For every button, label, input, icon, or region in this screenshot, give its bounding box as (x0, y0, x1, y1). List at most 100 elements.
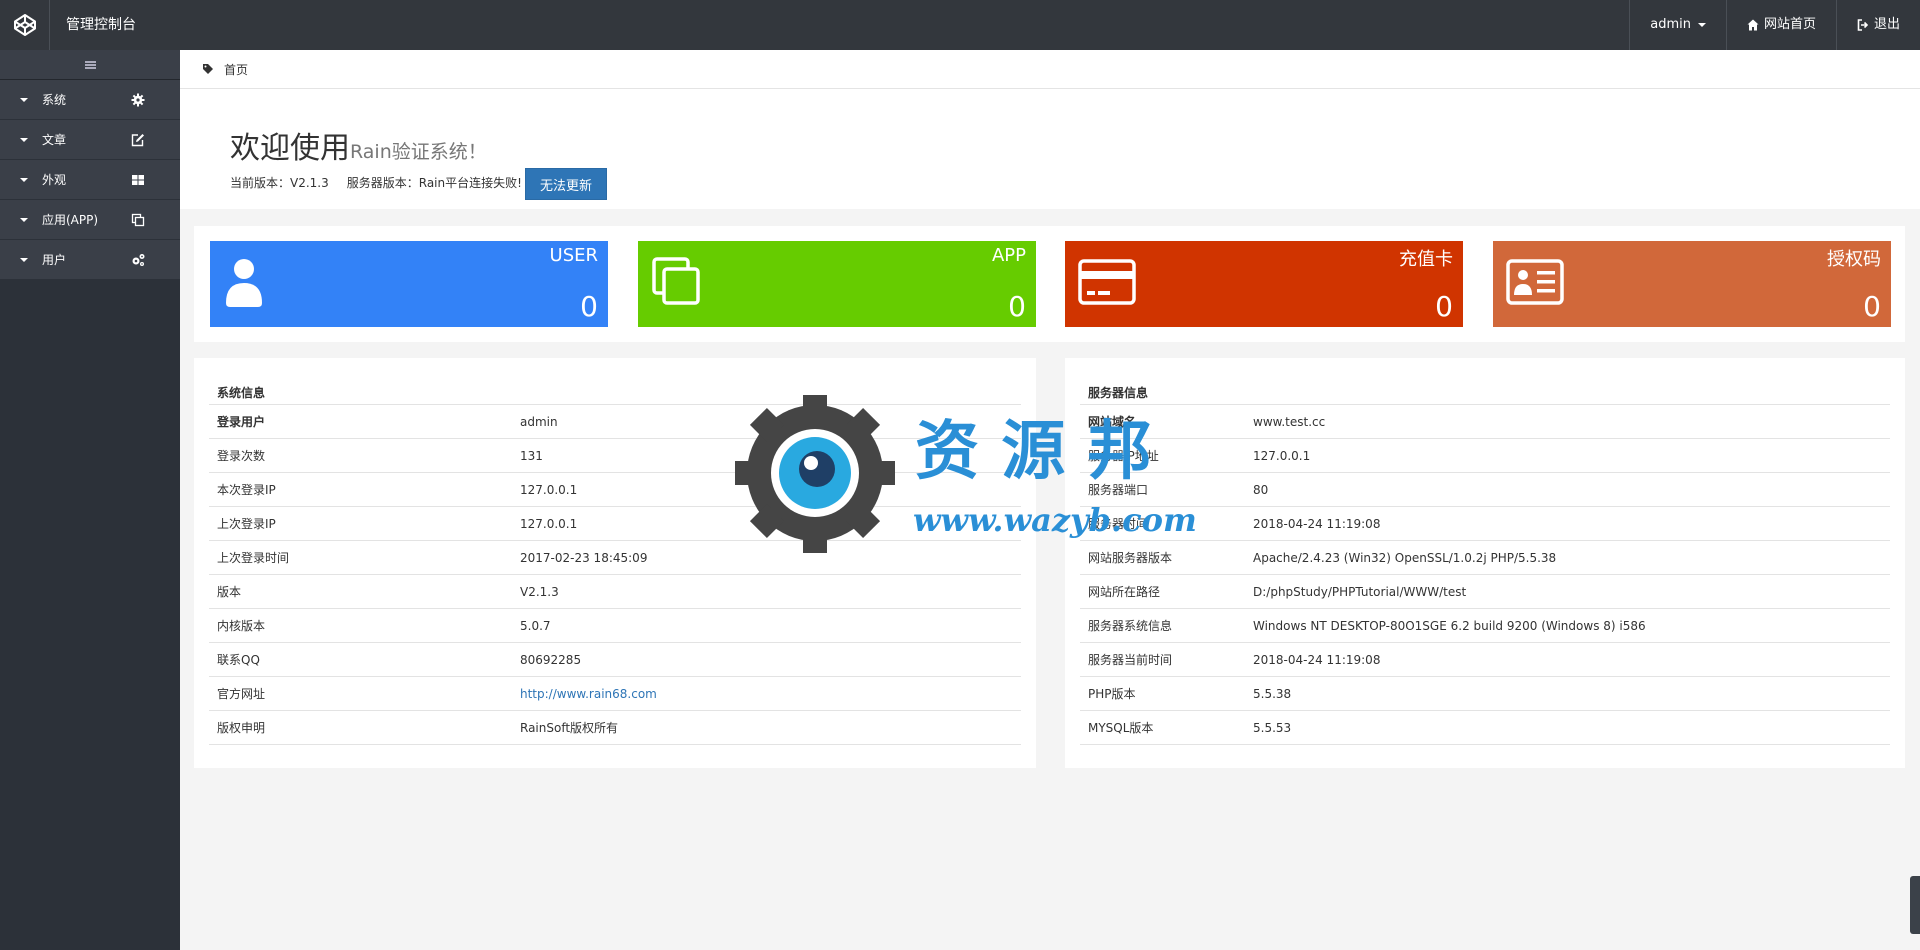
stat-label: 充值卡 (1399, 249, 1453, 270)
sidebar-item-articles[interactable]: 文章 (0, 120, 180, 160)
update-button[interactable]: 无法更新 (525, 168, 607, 200)
grid-icon (132, 175, 144, 185)
sidebar-toggle-button[interactable] (0, 50, 180, 80)
table-row: 官方网址 http://www.rain68.com (209, 677, 1021, 711)
sign-out-icon (1857, 19, 1869, 31)
breadcrumb: 首页 (180, 50, 1920, 89)
table-row: 服务器当前时间 2018-04-24 11:19:08 (1080, 643, 1890, 677)
top-nav: admin 网站首页 退出 (1629, 0, 1920, 50)
table-row: 服务器IP地址 127.0.0.1 (1080, 439, 1890, 473)
table-row: 服务器系统信息 Windows NT DESKTOP-80O1SGE 6.2 bu… (1080, 609, 1890, 643)
page-title: 欢迎使用Rain验证系统！ (230, 123, 487, 167)
row-value: 80 (1253, 482, 1269, 497)
cogs-icon (132, 254, 145, 266)
sidebar-item-label: 系统 (42, 93, 67, 107)
caret-down-icon (20, 137, 28, 142)
logout-link[interactable]: 退出 (1835, 0, 1920, 50)
row-key: 网站服务器版本 (1088, 551, 1173, 565)
table-row: 网站服务器版本 Apache/2.4.23 (Win32) OpenSSL/1.0… (1080, 541, 1890, 575)
row-value: V2.1.3 (520, 584, 559, 599)
sidebar-item-apps[interactable]: 应用(APP) (0, 200, 180, 240)
hamburger-icon (84, 60, 96, 69)
table-row: MYSQL版本 5.5.53 (1080, 711, 1890, 745)
stat-label: APP (991, 245, 1026, 266)
welcome-panel: 欢迎使用Rain验证系统！ 当前版本：V2.1.3 服务器版本：Rain平台连接… (180, 89, 1920, 209)
row-key: MYSQL版本 (1088, 721, 1154, 735)
row-value: Windows NT DESKTOP-80O1SGE 6.2 build 920… (1253, 618, 1646, 633)
row-value: 127.0.0.1 (1253, 448, 1311, 463)
logout-label: 退出 (1873, 17, 1900, 32)
table-row: PHP版本 5.5.38 (1080, 677, 1890, 711)
row-key: 内核版本 (217, 619, 266, 633)
sidebar-item-label: 文章 (42, 133, 67, 147)
caret-down-icon (20, 177, 28, 182)
table-row: 内核版本 5.0.7 (209, 609, 1021, 643)
row-key: 网站所在路径 (1088, 585, 1161, 599)
site-home-label: 网站首页 (1763, 17, 1816, 32)
row-key: 服务器当前时间 (1088, 653, 1173, 667)
row-key: 服务器时间 (1088, 517, 1149, 531)
version-line: 当前版本：V2.1.3 服务器版本：Rain平台连接失败! (230, 174, 522, 191)
sidebar-item-label: 用户 (42, 253, 67, 267)
caret-down-icon (20, 257, 28, 262)
row-key: 服务器端口 (1088, 483, 1149, 497)
welcome-title-sub: Rain验证系统！ (350, 141, 487, 163)
row-value: 2017-02-23 18:45:09 (520, 550, 648, 565)
row-value: www.test.cc (1253, 414, 1326, 429)
row-key: 上次登录时间 (217, 551, 290, 565)
sidebar-item-users[interactable]: 用户 (0, 240, 180, 280)
table-row: 网站域名 www.test.cc (1080, 405, 1890, 439)
table-row: 登录用户 admin (209, 405, 1021, 439)
copy-icon (131, 213, 145, 227)
welcome-title-main: 欢迎使用 (230, 131, 350, 166)
sidebar-item-appearance[interactable]: 外观 (0, 160, 180, 200)
stat-value: 0 (1863, 290, 1881, 323)
caret-down-icon (20, 97, 28, 102)
table-row: 版本 V2.1.3 (209, 575, 1021, 609)
stat-card-app[interactable]: APP 0 (638, 241, 1036, 327)
row-value: 2018-04-24 11:19:08 (1253, 652, 1381, 667)
site-home-link[interactable]: 网站首页 (1725, 0, 1836, 50)
table-row: 本次登录IP 127.0.0.1 (209, 473, 1021, 507)
user-icon (226, 259, 262, 307)
row-key: 服务器IP地址 (1088, 449, 1159, 463)
stat-card-recharge[interactable]: 充值卡 0 (1065, 241, 1463, 327)
row-key: 上次登录IP (217, 517, 276, 531)
row-key: 登录用户 (217, 415, 266, 429)
current-version: 当前版本：V2.1.3 (230, 176, 329, 190)
scroll-handle[interactable] (1910, 876, 1920, 934)
logo[interactable] (0, 0, 50, 50)
row-value: admin (520, 414, 558, 429)
copy-icon (652, 257, 700, 305)
table-row: 服务器时间 2018-04-24 11:19:08 (1080, 507, 1890, 541)
row-value: D:/phpStudy/PHPTutorial/WWW/test (1253, 584, 1467, 599)
server-version: 服务器版本：Rain平台连接失败! (346, 176, 522, 190)
breadcrumb-home[interactable]: 首页 (224, 61, 248, 78)
table-row: 网站所在路径 D:/phpStudy/PHPTutorial/WWW/test (1080, 575, 1890, 609)
system-info-panel: 系统信息 登录用户 admin 登录次数 131 本次登录IP 127.0.0.1 上次登录… (194, 358, 1036, 768)
row-value: 127.0.0.1 (520, 482, 578, 497)
stat-card-user[interactable]: USER 0 (210, 241, 608, 327)
codepen-logo-icon (13, 14, 36, 36)
edit-icon (131, 134, 144, 147)
row-value[interactable]: http://www.rain68.com (520, 687, 657, 701)
server-info-panel: 服务器信息 网站域名 www.test.cc 服务器IP地址 127.0.0.1 服务器… (1065, 358, 1905, 768)
sidebar-item-label: 应用(APP) (42, 213, 99, 227)
row-value: 131 (520, 448, 543, 463)
table-row: 联系QQ 80692285 (209, 643, 1021, 677)
table-row: 上次登录时间 2017-02-23 18:45:09 (209, 541, 1021, 575)
id-card-icon (1506, 259, 1564, 305)
row-value: Apache/2.4.23 (Win32) OpenSSL/1.0.2j PHP… (1253, 550, 1557, 565)
table-row: 服务器端口 80 (1080, 473, 1890, 507)
stat-value: 0 (1008, 290, 1026, 323)
row-key: 本次登录IP (217, 483, 276, 497)
row-value: 5.0.7 (520, 618, 551, 633)
sidebar: 系统 文章 外观 应用(APP) 用户 (0, 50, 180, 950)
user-menu-button[interactable]: admin (1629, 0, 1726, 50)
home-icon (1747, 19, 1759, 31)
stat-card-license[interactable]: 授权码 0 (1493, 241, 1891, 327)
user-menu-label: admin (1650, 17, 1691, 32)
row-key: 网站域名 (1088, 415, 1137, 429)
sidebar-item-system[interactable]: 系统 (0, 80, 180, 120)
row-key: 官方网址 (217, 687, 266, 701)
